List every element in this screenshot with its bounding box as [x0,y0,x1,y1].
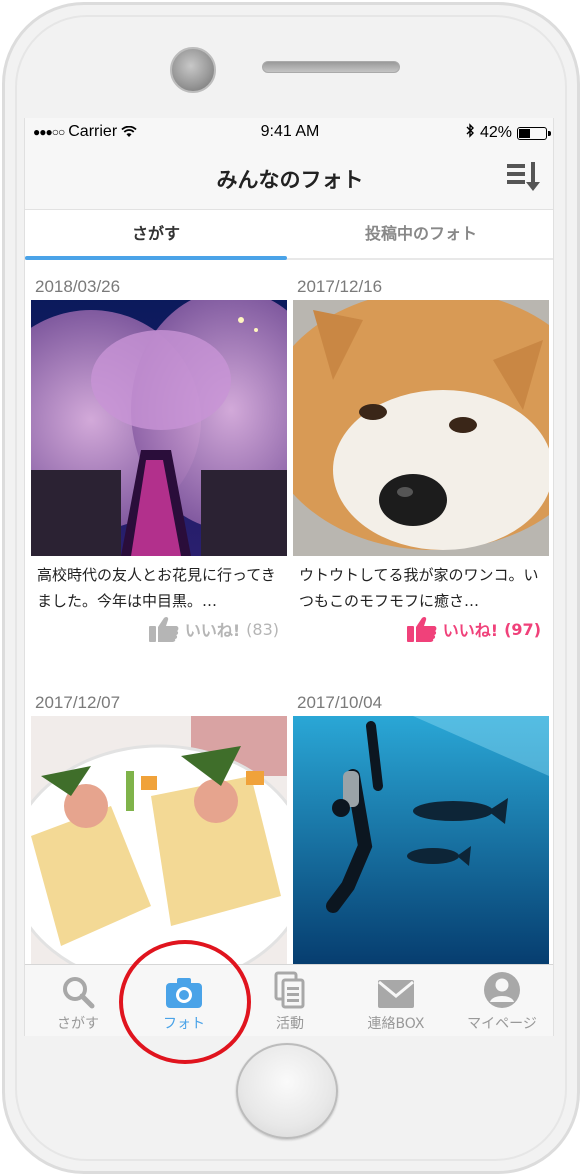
status-bar: ●●●○○ Carrier 9:41 AM 42% [25,118,553,146]
battery-icon [517,126,551,140]
photo-card[interactable]: 2017/12/07 [31,690,287,972]
bottom-tab-mypage[interactable]: マイページ [449,965,553,1036]
thumbs-up-icon [148,616,179,642]
bottom-tab-bar: さがす フォト 活動 連絡BOX マイページ [25,964,553,1036]
bottom-tab-label: 連絡BOX [367,1016,425,1032]
like-button[interactable]: いいね! (83) [31,614,287,644]
post-caption: 高校時代の友人とお花見に行ってきました。今年は中目黒。… [37,566,276,610]
bottom-tab-messages[interactable]: 連絡BOX [343,965,449,1036]
akita-dog-icon[interactable] [293,300,549,556]
search-icon [63,977,95,1009]
bottom-tab-label: フォト [163,1016,205,1032]
camera-icon [166,978,202,1008]
user-icon [484,972,520,1008]
photo-card[interactable]: 2017/12/16 ウトウトしてる我が家のワンコ。いつもこのモフモフに癒さ… [293,274,549,644]
bottom-tab-photo[interactable]: フォト [131,965,237,1036]
sort-icon [507,162,540,191]
page-title: みんなのフォト [216,168,364,192]
bottom-tab-label: マイページ [467,1016,537,1032]
battery-level [519,128,530,138]
post-date: 2017/10/04 [297,693,383,712]
like-button[interactable]: いいね! (97) [293,614,549,644]
navigation-bar: みんなのフォト [25,146,553,210]
bottom-tab-search[interactable]: さがす [25,965,131,1036]
tab-posted-photos[interactable]: 投稿中のフォト [287,210,553,258]
earpiece-speaker [262,61,400,73]
photo-card[interactable]: 2018/03/26 高校時代の友人とお花見に行ってきました。今年は中目黒。… … [31,274,287,644]
post-date: 2018/03/26 [35,277,121,296]
bottom-tab-label: 活動 [276,1016,304,1032]
photo-card[interactable]: 2017/10/04 [293,690,549,972]
tab-search[interactable]: さがす [25,210,287,260]
home-button[interactable] [236,1043,338,1139]
bottom-tab-activity[interactable]: 活動 [237,965,343,1036]
front-camera [170,47,216,93]
sort-button[interactable] [507,160,543,194]
thumbs-up-icon [406,616,437,642]
mail-icon [378,980,414,1008]
cherry-blossoms-river-icon[interactable] [31,300,287,556]
like-count: (97) [504,619,541,639]
post-caption: ウトウトしてる我が家のワンコ。いつもこのモフモフに癒さ… [299,566,539,610]
documents-icon [274,971,305,1009]
battery-percent: 42% [479,124,512,141]
crepe-plate-icon[interactable] [31,716,287,972]
bottom-tab-label: さがす [57,1016,99,1032]
post-date: 2017/12/16 [297,277,383,296]
bluetooth-icon [465,123,475,143]
like-label: いいね! [442,621,499,640]
scuba-diver-icon[interactable] [293,716,549,972]
app-screen: ●●●○○ Carrier 9:41 AM 42% みんなのフォト さがす 投稿… [24,118,554,1036]
segment-tabs: さがす 投稿中のフォト [25,210,553,260]
post-date: 2017/12/07 [35,693,121,712]
like-count: (83) [246,619,279,639]
like-label: いいね! [184,621,241,640]
